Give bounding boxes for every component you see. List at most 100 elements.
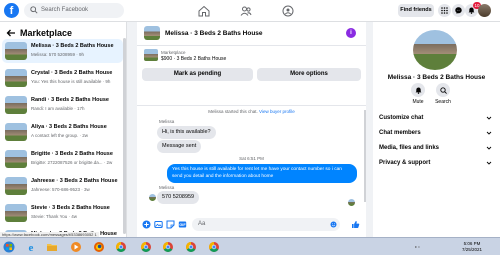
conversation-item[interactable]: Jahreese · 3 Beds 2 Baths House Jahreese… [2, 174, 123, 198]
chat-panel: Melissa · 3 Beds 2 Baths House i Marketp… [137, 22, 366, 237]
conversation-item[interactable]: Brigitte · 3 Beds 2 Baths House Brigitte… [2, 147, 123, 171]
account-avatar[interactable] [478, 4, 491, 17]
messenger-button[interactable] [452, 4, 465, 17]
svg-text:e: e [29, 242, 34, 253]
listing-thumbnail [5, 177, 27, 195]
chrome-icon[interactable] [162, 241, 174, 253]
mute-button[interactable] [411, 83, 425, 97]
bell-icon [415, 87, 421, 94]
gif-icon[interactable]: GIF [178, 220, 187, 229]
more-options-button[interactable]: More options [257, 68, 361, 81]
listing-marketplace-label: Marketplace [161, 50, 186, 55]
listing-card: Marketplace $900 · 3 Beds 2 Baths House … [137, 46, 366, 106]
info-icon[interactable]: i [346, 28, 356, 38]
svg-text:GIF: GIF [179, 223, 186, 227]
chat-header: Melissa · 3 Beds 2 Baths House i [137, 22, 366, 46]
outgoing-message[interactable]: Yes this house is still available for re… [167, 164, 357, 183]
message-thread: Melissa started this chat. View buyer pr… [137, 106, 366, 206]
marketplace-inbox-panel: Marketplace Melissa · 3 Beds 2 Baths Hou… [0, 22, 127, 237]
conversation-name: Brigitte · 3 Beds 2 Baths House [31, 151, 113, 157]
internet-explorer-icon[interactable]: e [25, 241, 37, 253]
back-arrow-icon[interactable] [6, 28, 16, 38]
windows-taskbar: e 5:06 PM 7/25/2021 [0, 237, 500, 255]
search-icon [439, 86, 447, 94]
file-explorer-icon[interactable] [46, 241, 58, 253]
conversation-item[interactable]: Randi · 3 Beds 2 Baths House Randi: I am… [2, 93, 123, 117]
chevron-down-icon[interactable] [486, 160, 492, 166]
conversation-name: Aliya · 3 Beds 2 Baths House [31, 124, 107, 130]
conversation-preview: Jahreese: 570-686-9523 · 3w [31, 187, 90, 192]
messenger-icon [455, 7, 462, 14]
listing-thumbnail [5, 69, 27, 87]
photo-icon[interactable] [154, 220, 163, 229]
conversation-name: Stevie · 3 Beds 2 Baths House [31, 205, 110, 211]
search-facebook-input[interactable]: Search Facebook [24, 3, 124, 18]
menu-button[interactable] [438, 4, 451, 17]
message-sender: Melissa [159, 119, 175, 124]
conversation-item[interactable]: Stevie · 3 Beds 2 Baths House Stevie: Th… [2, 201, 123, 225]
grid-menu-icon [441, 7, 448, 14]
chevron-down-icon[interactable] [486, 115, 492, 121]
conversation-name: Crystal · 3 Beds 2 Baths House [31, 70, 113, 76]
sticker-icon[interactable] [166, 220, 175, 229]
plus-circle-icon[interactable] [142, 220, 151, 229]
home-icon[interactable] [198, 5, 210, 17]
message-composer: GIF Aa [137, 213, 366, 237]
chat-title[interactable]: Melissa · 3 Beds 2 Baths House [165, 30, 263, 37]
windows-start-icon[interactable] [3, 241, 15, 253]
chrome-icon[interactable] [115, 241, 127, 253]
chevron-down-icon[interactable] [486, 130, 492, 136]
chat-members-section[interactable]: Chat members [379, 130, 421, 136]
firefox-icon[interactable] [93, 241, 105, 253]
listing-thumbnail [5, 204, 27, 222]
sender-avatar [149, 194, 156, 201]
conversation-name: Melissa · 3 Beds 2 Baths House [31, 43, 114, 49]
view-buyer-profile-link[interactable]: View buyer profile [259, 109, 295, 114]
thumbs-up-icon[interactable] [351, 220, 360, 229]
conversation-name: Randi · 3 Beds 2 Baths House [31, 97, 109, 103]
incoming-message[interactable]: Message sent [157, 140, 202, 153]
listing-price[interactable]: $900 · 3 Beds 2 Baths House [161, 56, 226, 62]
conversation-preview: Melissa: 570 5208959 · 9h [31, 52, 85, 57]
system-tray-icons[interactable] [415, 241, 427, 253]
seen-avatar [348, 199, 355, 206]
chrome-icon[interactable] [208, 241, 220, 253]
chrome-icon[interactable] [140, 241, 152, 253]
emoji-icon[interactable] [330, 221, 337, 228]
facebook-logo-icon[interactable]: f [4, 3, 19, 18]
chat-scrollbar[interactable] [364, 110, 366, 202]
search-in-conversation-button[interactable] [436, 83, 450, 97]
search-placeholder: Search Facebook [41, 7, 89, 13]
inbox-scrollbar[interactable] [123, 38, 126, 234]
conversation-preview: You: Yes this house is still available ·… [31, 79, 111, 84]
listing-thumbnail [5, 96, 27, 114]
chat-started-note: Melissa started this chat. View buyer pr… [137, 109, 366, 114]
listing-card-thumbnail[interactable] [144, 49, 158, 61]
conversation-item[interactable]: Aliya · 3 Beds 2 Baths House A contact l… [2, 120, 123, 144]
media-files-links-section[interactable]: Media, files and links [379, 145, 439, 151]
incoming-message[interactable]: Hi, is this available? [157, 126, 216, 139]
conversation-item[interactable]: Melissa · 3 Beds 2 Baths House Melissa: … [2, 39, 123, 63]
groups-icon[interactable] [282, 5, 294, 17]
privacy-support-section[interactable]: Privacy & support [379, 160, 430, 166]
friends-icon[interactable] [240, 5, 252, 17]
taskbar-clock[interactable]: 5:06 PM 7/25/2021 [462, 241, 482, 253]
chat-started-text: Melissa started this chat. [208, 109, 258, 114]
chat-listing-thumbnail[interactable] [144, 26, 160, 40]
find-friends-button[interactable]: Find friends [398, 4, 434, 17]
conversation-details-name: Melissa · 3 Beds 2 Baths House [387, 74, 486, 81]
customize-chat-section[interactable]: Customize chat [379, 115, 423, 121]
message-timestamp: Sat 6:51 PM [239, 156, 264, 161]
listing-thumbnail [5, 150, 27, 168]
mark-as-pending-button[interactable]: Mark as pending [142, 68, 253, 81]
incoming-message[interactable]: 570 5208959 [157, 191, 200, 204]
message-input[interactable]: Aa [192, 218, 340, 231]
conversation-photo[interactable] [413, 30, 457, 70]
search-label: Search [435, 99, 451, 105]
notifications-button[interactable]: 10 [465, 2, 481, 17]
conversation-item[interactable]: Crystal · 3 Beds 2 Baths House You: Yes … [2, 66, 123, 90]
media-player-icon[interactable] [70, 241, 82, 253]
top-navigation-bar: f Search Facebook Find friends 10 [0, 0, 500, 22]
chrome-icon[interactable] [185, 241, 197, 253]
chevron-down-icon[interactable] [486, 145, 492, 151]
